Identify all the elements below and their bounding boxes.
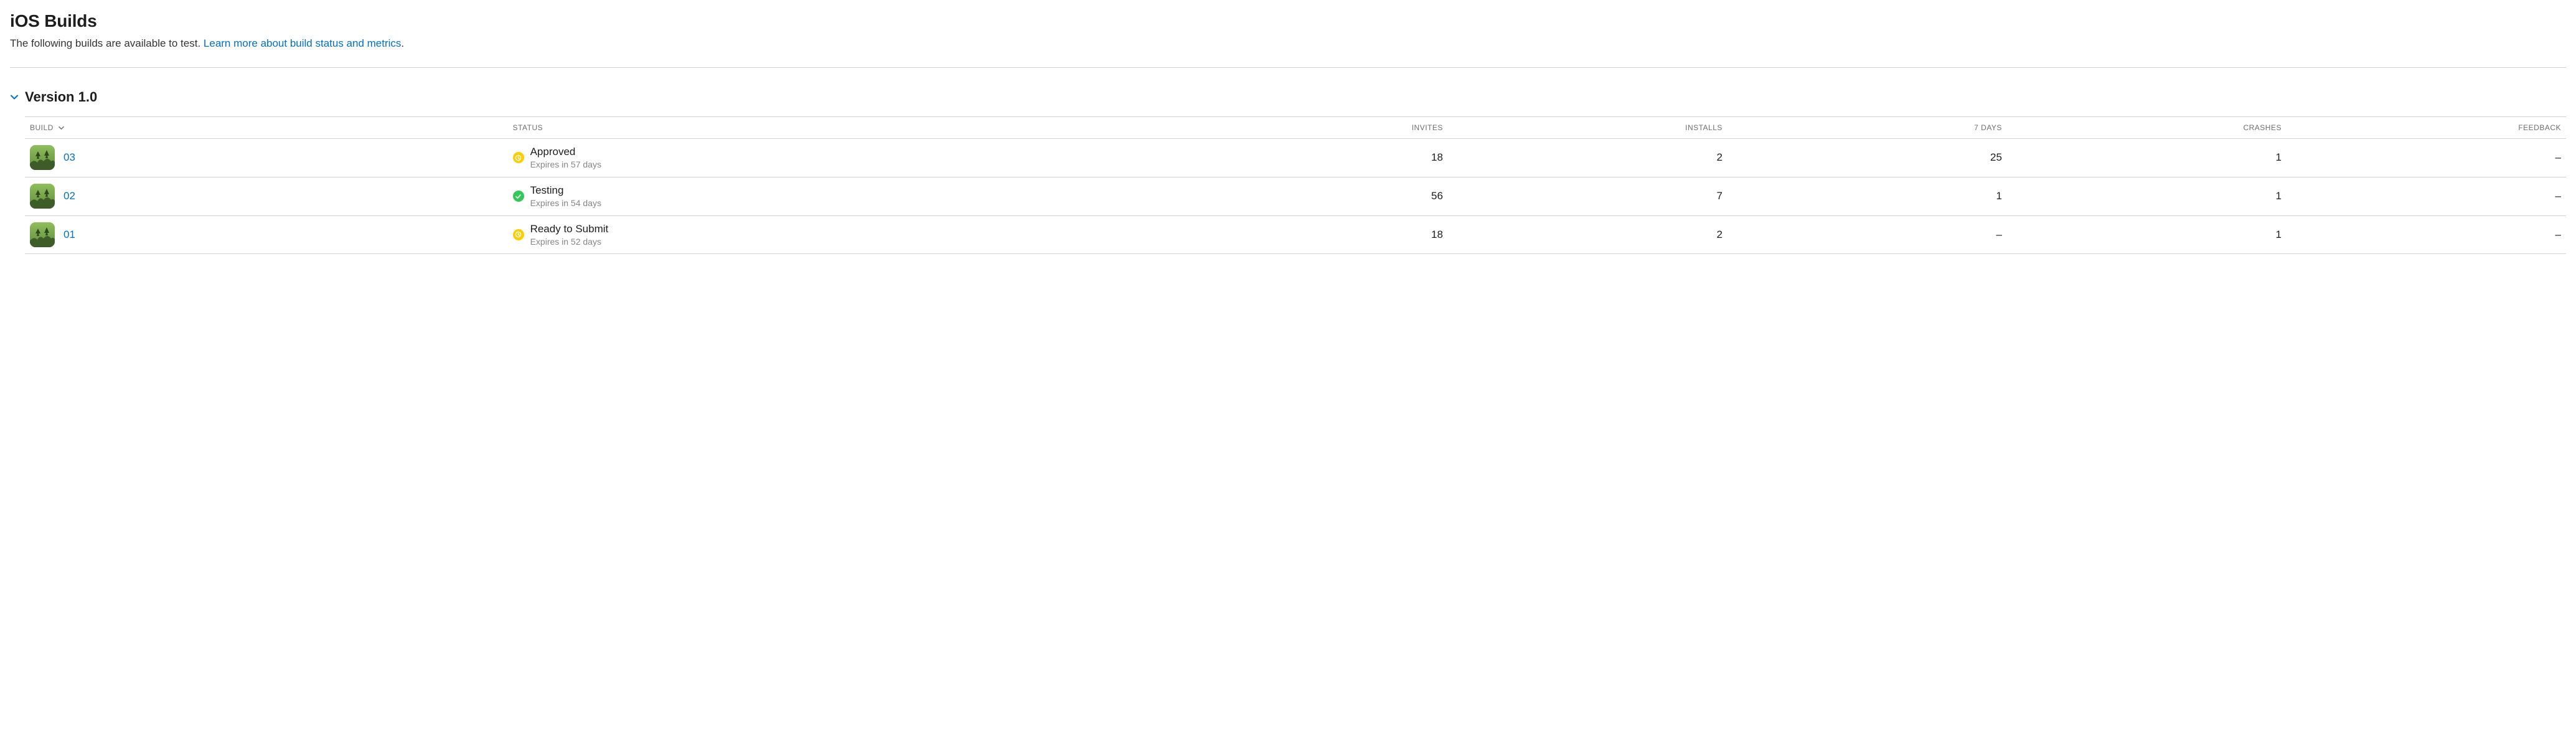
page-title: iOS Builds <box>10 11 2566 31</box>
cell-invites: 18 <box>1168 139 1448 177</box>
build-link[interactable]: 02 <box>63 190 75 202</box>
status-cell: Ready to Submit Expires in 52 days <box>513 222 1163 248</box>
build-link[interactable]: 01 <box>63 229 75 241</box>
cell-feedback: – <box>2287 177 2566 215</box>
cell-crashes: 1 <box>2007 215 2287 254</box>
clock-circle-icon <box>513 152 524 163</box>
cell-invites: 18 <box>1168 215 1448 254</box>
chevron-down-icon <box>59 125 64 131</box>
table-row[interactable]: 02TestingExpires in 54 days56711– <box>25 177 2566 215</box>
col-header-build[interactable]: BUILD <box>25 117 508 139</box>
col-header-status: STATUS <box>508 117 1168 139</box>
cell-crashes: 1 <box>2007 139 2287 177</box>
col-header-crashes: CRASHES <box>2007 117 2287 139</box>
cell-installs: 2 <box>1448 215 1728 254</box>
col-header-installs: INSTALLS <box>1448 117 1728 139</box>
page-subtitle: The following builds are available to te… <box>10 37 2566 50</box>
cell-crashes: 1 <box>2007 177 2287 215</box>
status-label: Approved <box>530 145 601 158</box>
cell-installs: 7 <box>1448 177 1728 215</box>
status-expiry: Expires in 52 days <box>530 237 609 248</box>
build-cell: 03 <box>30 145 503 170</box>
build-cell: 02 <box>30 184 503 209</box>
status-expiry: Expires in 57 days <box>530 159 601 171</box>
clock-circle-icon <box>513 229 524 240</box>
col-header-feedback: FEEDBACK <box>2287 117 2566 139</box>
status-label: Ready to Submit <box>530 222 609 235</box>
version-title: Version 1.0 <box>25 89 97 105</box>
chevron-down-icon <box>10 93 19 101</box>
check-circle-icon <box>513 191 524 202</box>
status-expiry: Expires in 54 days <box>530 198 601 209</box>
cell-installs: 2 <box>1448 139 1728 177</box>
cell-7days: 25 <box>1728 139 2007 177</box>
app-icon <box>30 145 55 170</box>
table-row[interactable]: 03ApprovedExpires in 57 days182251– <box>25 139 2566 177</box>
col-header-7days: 7 DAYS <box>1728 117 2007 139</box>
table-row[interactable]: 01Ready to SubmitExpires in 52 days182–1… <box>25 215 2566 254</box>
cell-feedback: – <box>2287 139 2566 177</box>
builds-table: BUILD STATUS INVITES INSTALLS 7 DAYS CRA… <box>25 116 2566 254</box>
version-header[interactable]: Version 1.0 <box>10 89 2566 105</box>
cell-7days: – <box>1728 215 2007 254</box>
cell-7days: 1 <box>1728 177 2007 215</box>
subtitle-text: The following builds are available to te… <box>10 37 204 49</box>
col-header-invites: INVITES <box>1168 117 1448 139</box>
app-icon <box>30 222 55 247</box>
build-cell: 01 <box>30 222 503 247</box>
col-header-build-label: BUILD <box>30 123 54 132</box>
cell-feedback: – <box>2287 215 2566 254</box>
app-icon <box>30 184 55 209</box>
cell-invites: 56 <box>1168 177 1448 215</box>
status-cell: ApprovedExpires in 57 days <box>513 145 1163 171</box>
status-label: Testing <box>530 184 601 197</box>
build-link[interactable]: 03 <box>63 151 75 164</box>
divider <box>10 67 2566 68</box>
subtitle-text-post: . <box>401 37 404 49</box>
learn-more-link[interactable]: Learn more about build status and metric… <box>204 37 402 49</box>
status-cell: TestingExpires in 54 days <box>513 184 1163 209</box>
